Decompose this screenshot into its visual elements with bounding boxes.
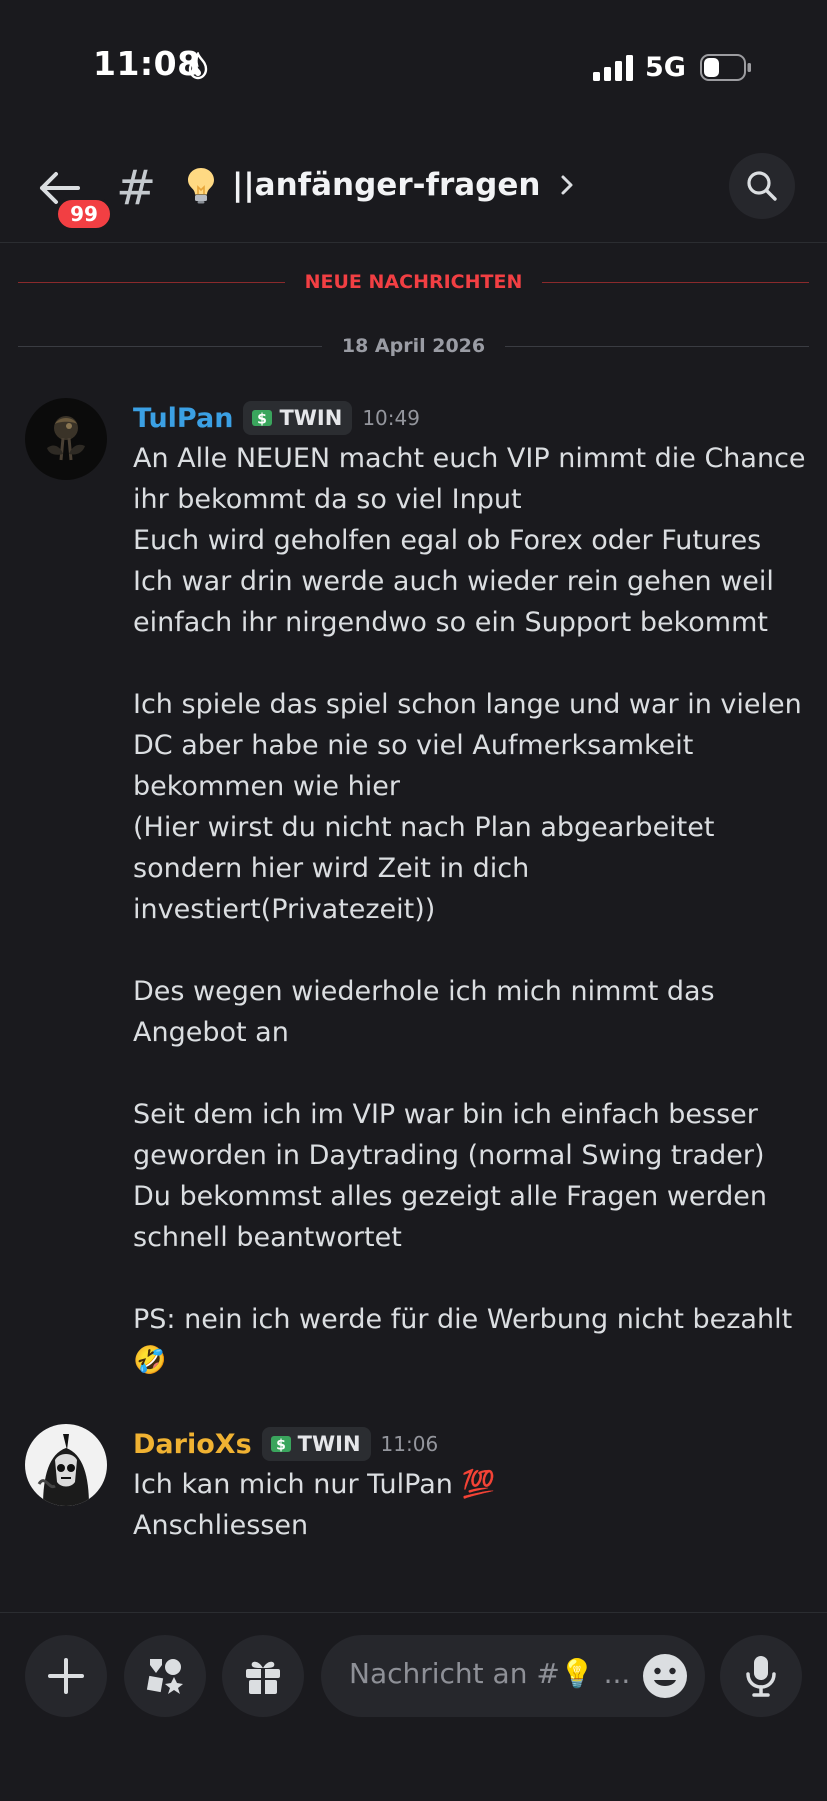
- money-icon: $: [252, 410, 273, 428]
- svg-text:$: $: [276, 1438, 286, 1454]
- message-line: Du bekommst alles gezeigt alle Fragen we…: [133, 1181, 767, 1212]
- message-line: Anschliessen: [133, 1510, 309, 1541]
- timestamp: 11:06: [380, 1432, 439, 1456]
- lightbulb-icon: [188, 168, 214, 204]
- avatar-image: [25, 1424, 107, 1506]
- new-messages-divider: NEUE NACHRICHTEN: [18, 271, 809, 293]
- apps-icon: [146, 1659, 183, 1694]
- message-header: TulPan $ TWIN 10:49: [133, 398, 420, 438]
- tag-label: TWIN: [279, 406, 343, 430]
- message-line: Ich war drin werde auch wieder rein gehe…: [133, 566, 774, 597]
- voice-message-button[interactable]: [720, 1635, 802, 1717]
- avatar[interactable]: [25, 398, 107, 480]
- message-header: DarioXs $ TWIN 11:06: [133, 1424, 438, 1464]
- svg-text:$: $: [258, 412, 268, 428]
- chevron-right-icon: [561, 175, 573, 195]
- signal-icon: [593, 55, 633, 81]
- message-line: Des wegen wiederhole ich mich nimmt das: [133, 976, 715, 1007]
- tag-label: TWIN: [297, 1432, 361, 1456]
- message-line: Angebot an: [133, 1017, 289, 1048]
- message-line: Seit dem ich im VIP war bin ich einfach …: [133, 1099, 758, 1130]
- message-line: PS: nein ich werde für die Werbung nicht…: [133, 1304, 793, 1335]
- message-input-placeholder: Nachricht an #💡 ...: [349, 1657, 631, 1690]
- message[interactable]: DarioXs $ TWIN 11:06 Ich kan mich nur Tu…: [25, 1424, 815, 1574]
- add-attachment-button[interactable]: [25, 1635, 107, 1717]
- divider-line: [542, 281, 809, 283]
- date-divider: 18 April 2026: [18, 335, 810, 357]
- search-icon: [747, 171, 777, 201]
- message-line: Euch wird geholfen egal ob Forex oder Fu…: [133, 525, 762, 556]
- message-composer: Nachricht an #💡 ...: [0, 1612, 827, 1801]
- hash-icon: #: [116, 160, 157, 216]
- channel-title[interactable]: ||anfänger-fragen: [186, 160, 576, 210]
- divider-line: [505, 345, 810, 347]
- message-line: ihr bekommt da so viel Input: [133, 484, 522, 515]
- status-bar: 11:08 5G: [0, 0, 827, 130]
- message-line: sondern hier wird Zeit in dich: [133, 853, 530, 884]
- timestamp: 10:49: [362, 406, 420, 430]
- message-line: Ich kan mich nur TulPan 💯: [133, 1469, 496, 1500]
- channel-header: 99 # ||anfänger-fragen: [0, 130, 827, 243]
- message-line: bekommen wie hier: [133, 771, 400, 802]
- server-tag[interactable]: $ TWIN: [261, 1427, 371, 1461]
- message-line: Ich spiele das spiel schon lange und war…: [133, 689, 802, 720]
- message-line: geworden in Daytrading (normal Swing tra…: [133, 1140, 765, 1171]
- message-line: investiert(Privatezeit)): [133, 894, 436, 925]
- gift-icon: [246, 1661, 280, 1695]
- message-content: Ich kan mich nur TulPan 💯 Anschliessen: [133, 1464, 813, 1546]
- message-line: 🤣: [133, 1345, 167, 1376]
- message-input[interactable]: Nachricht an #💡 ...: [321, 1635, 705, 1717]
- message-line: An Alle NEUEN macht euch VIP nimmt die C…: [133, 443, 806, 474]
- search-button[interactable]: [729, 153, 795, 219]
- microphone-icon: [746, 1656, 776, 1697]
- message-line: (Hier wirst du nicht nach Plan abgearbei…: [133, 812, 715, 843]
- divider-line: [18, 281, 285, 283]
- money-icon: $: [270, 1436, 291, 1454]
- message-content: An Alle NEUEN macht euch VIP nimmt die C…: [133, 438, 813, 1381]
- gift-button[interactable]: [222, 1635, 304, 1717]
- avatar[interactable]: [25, 1424, 107, 1506]
- emoji-icon[interactable]: [641, 1652, 689, 1700]
- channel-name: ||anfänger-fragen: [232, 167, 541, 203]
- flame-icon: [188, 52, 208, 80]
- new-messages-label: NEUE NACHRICHTEN: [304, 271, 523, 293]
- avatar-image: [25, 398, 107, 480]
- message-line: einfach ihr nirgendwo so ein Support bek…: [133, 607, 768, 638]
- message[interactable]: TulPan $ TWIN 10:49 An Alle NEUEN macht …: [25, 398, 815, 1388]
- message-line: DC aber habe nie so viel Aufmerksamkeit: [133, 730, 694, 761]
- network-label: 5G: [645, 52, 686, 83]
- unread-badge: 99: [55, 197, 113, 231]
- author-name[interactable]: DarioXs: [133, 1429, 252, 1460]
- apps-button[interactable]: [124, 1635, 206, 1717]
- server-tag[interactable]: $ TWIN: [243, 401, 353, 435]
- message-line: schnell beantwortet: [133, 1222, 402, 1253]
- clock: 11:08: [93, 44, 201, 83]
- divider-line: [18, 345, 322, 347]
- date-label: 18 April 2026: [341, 335, 486, 357]
- battery-icon: [700, 54, 751, 81]
- plus-icon: [48, 1658, 84, 1694]
- author-name[interactable]: TulPan: [133, 403, 233, 434]
